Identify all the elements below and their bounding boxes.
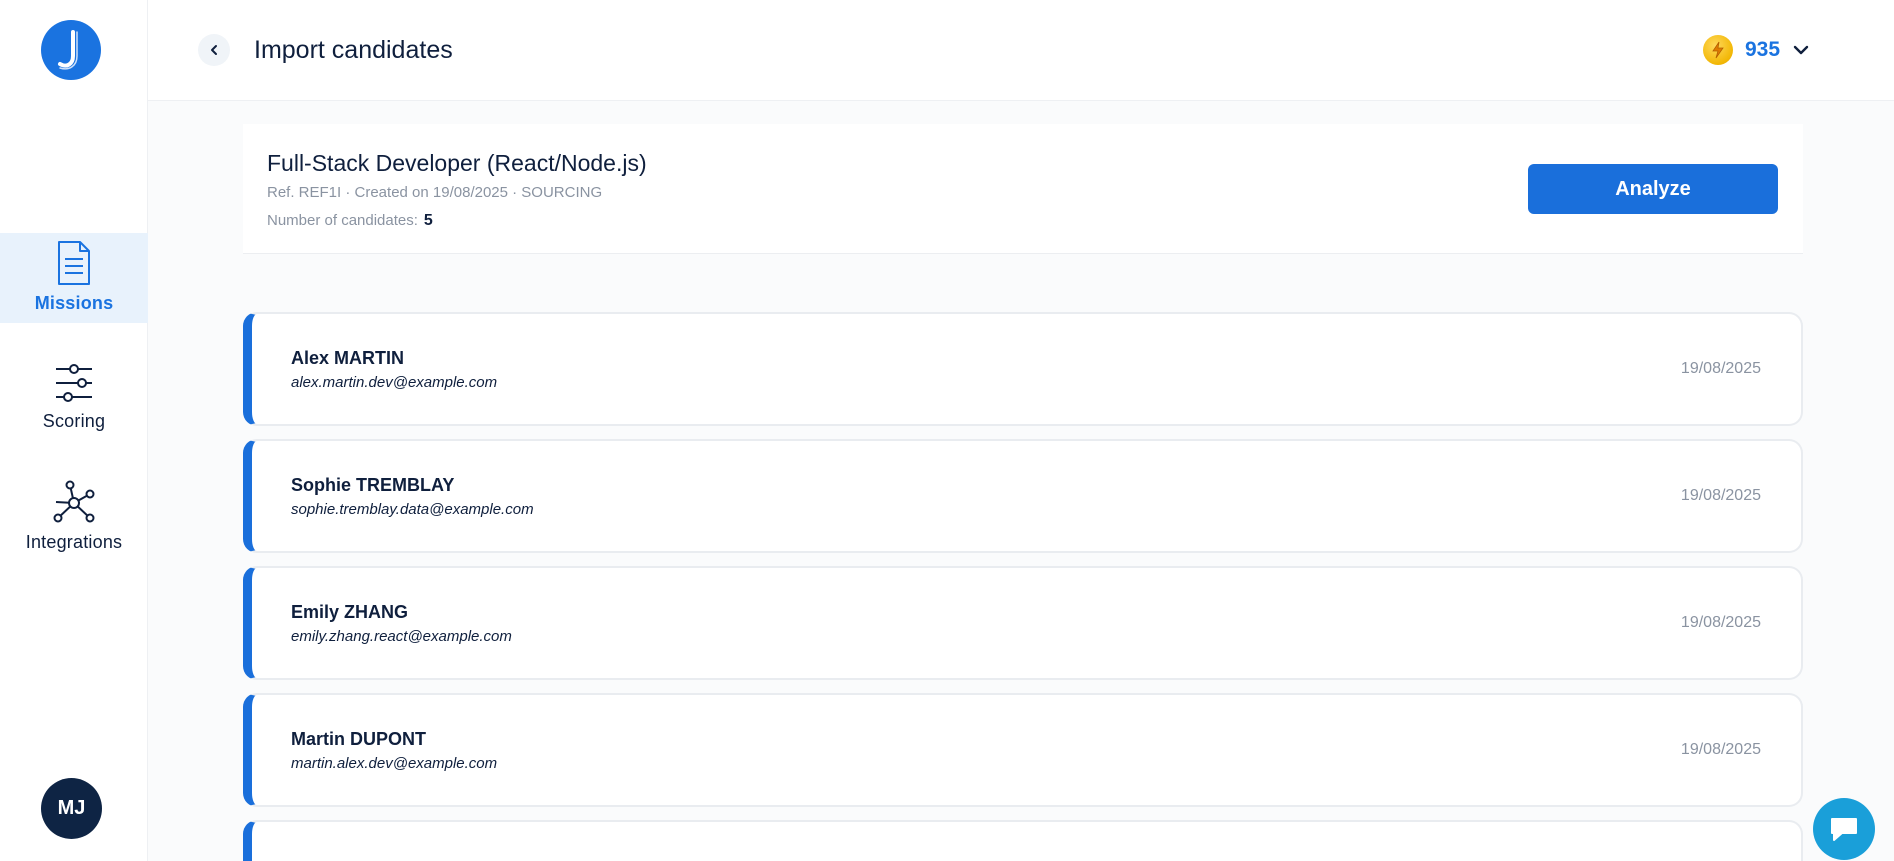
network-icon bbox=[53, 480, 95, 523]
candidate-date: 19/08/2025 bbox=[1680, 614, 1761, 631]
lightning-icon bbox=[1712, 41, 1724, 59]
back-button[interactable] bbox=[198, 34, 230, 66]
sliders-icon bbox=[56, 364, 92, 402]
candidate-email: martin.alex.dev@example.com bbox=[291, 755, 498, 772]
analyze-button[interactable]: Analyze bbox=[1528, 164, 1778, 214]
candidate-date: 19/08/2025 bbox=[1680, 360, 1761, 377]
candidate-email: emily.zhang.react@example.com bbox=[291, 628, 512, 645]
credits-dropdown[interactable]: 935 bbox=[1703, 34, 1810, 66]
candidate-name: Sophie TREMBLAY bbox=[291, 475, 455, 495]
chevron-left-icon bbox=[211, 45, 217, 55]
candidate-email: sophie.tremblay.data@example.com bbox=[291, 501, 534, 518]
mission-title: Full-Stack Developer (React/Node.js) bbox=[267, 150, 647, 176]
page-header: Import candidates 935 bbox=[148, 0, 1894, 101]
candidate-count-value: 5 bbox=[423, 212, 433, 229]
candidate-name: Martin DUPONT bbox=[291, 729, 426, 749]
mission-card: Full-Stack Developer (React/Node.js) Ref… bbox=[243, 124, 1803, 254]
mission-meta: Ref. REF1I · Created on 19/08/2025 · SOU… bbox=[267, 184, 603, 201]
chat-bubble-icon bbox=[1831, 818, 1857, 841]
sidebar-item-label: Integrations bbox=[25, 532, 123, 552]
candidate-name: Alex MARTIN bbox=[291, 348, 405, 368]
credits-value: 935 bbox=[1745, 38, 1781, 61]
document-icon bbox=[58, 241, 90, 285]
list-item[interactable]: Sophie TREMBLAY sophie.tremblay.data@exa… bbox=[243, 439, 1803, 553]
sidebar-item-label: Missions bbox=[34, 293, 114, 313]
sidebar-item-integrations[interactable]: Integrations bbox=[0, 474, 148, 564]
candidate-name: Emily ZHANG bbox=[291, 602, 409, 622]
list-item[interactable]: Martin DUPONT martin.alex.dev@example.co… bbox=[243, 693, 1803, 807]
candidate-date: 19/08/2025 bbox=[1680, 487, 1761, 504]
list-item[interactable] bbox=[243, 820, 1803, 861]
sidebar: Missions Scoring Integrations MJ bbox=[0, 0, 148, 861]
sidebar-item-label: Scoring bbox=[42, 411, 106, 431]
app-logo[interactable] bbox=[41, 20, 101, 80]
sidebar-item-missions[interactable]: Missions bbox=[0, 233, 148, 323]
chevron-down-icon bbox=[1793, 45, 1809, 55]
candidate-count-label: Number of candidates: bbox=[267, 212, 418, 229]
list-item[interactable]: Alex MARTIN alex.martin.dev@example.com … bbox=[243, 312, 1803, 426]
candidate-email: alex.martin.dev@example.com bbox=[291, 374, 498, 391]
candidate-count: Number of candidates: 5 bbox=[267, 212, 433, 230]
sidebar-item-scoring[interactable]: Scoring bbox=[0, 355, 148, 445]
coin-icon bbox=[1703, 35, 1733, 65]
candidate-date: 19/08/2025 bbox=[1680, 741, 1761, 758]
avatar[interactable]: MJ bbox=[41, 778, 102, 839]
chat-button[interactable] bbox=[1813, 798, 1875, 860]
logo-j-icon bbox=[58, 30, 78, 70]
page-title: Import candidates bbox=[254, 36, 453, 64]
list-item[interactable]: Emily ZHANG emily.zhang.react@example.co… bbox=[243, 566, 1803, 680]
